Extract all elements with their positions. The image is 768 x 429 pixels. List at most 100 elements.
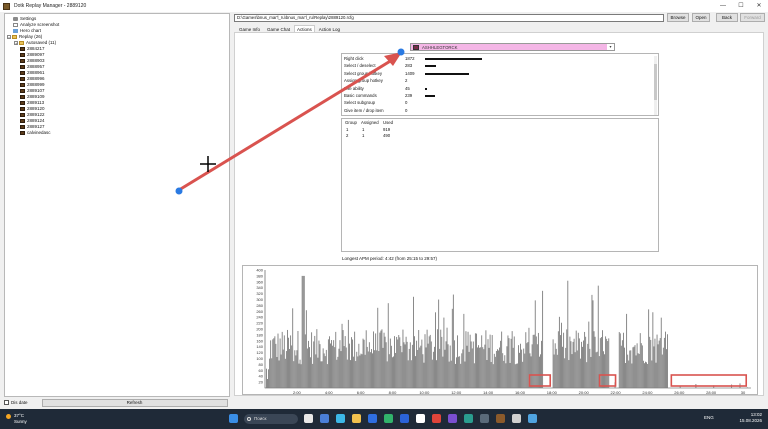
refresh-button[interactable]: Refresh — [41, 398, 228, 407]
apm-bar — [306, 348, 308, 388]
apm-bar — [329, 336, 330, 388]
replay-path-input[interactable]: D:\Games\bnus_mar'l_ru\bnus_mar'l_ru\Rep… — [234, 14, 664, 22]
apm-bar — [310, 357, 311, 388]
stats-scrollbar[interactable] — [654, 56, 657, 115]
apm-bar — [364, 354, 366, 388]
apm-bar — [308, 340, 309, 388]
app-icon-gray[interactable] — [480, 414, 489, 423]
apm-bar — [648, 309, 650, 388]
apm-bar — [361, 354, 363, 388]
expand-icon[interactable]: + — [14, 41, 18, 46]
apm-bar — [408, 348, 410, 388]
apm-bar — [400, 345, 402, 388]
apm-bar — [321, 361, 323, 388]
stat-row: Select subgroup 0 — [344, 100, 644, 106]
apm-bar — [296, 350, 298, 388]
app-icon-lightblue[interactable] — [528, 414, 537, 423]
apm-bar — [369, 352, 371, 388]
close-button[interactable]: ✕ — [750, 0, 768, 12]
stat-row: Give item / drop item 0 — [344, 108, 644, 114]
language-indicator[interactable]: ENG — [704, 415, 714, 420]
task-view-icon[interactable] — [304, 414, 313, 423]
apm-bar — [315, 354, 317, 388]
apm-bar — [440, 329, 442, 388]
open-button[interactable]: Open — [692, 13, 710, 22]
y-tick-label: 280 — [256, 303, 263, 308]
apm-bar — [574, 352, 576, 388]
chrome-icon[interactable] — [384, 414, 393, 423]
apm-bar — [327, 339, 329, 388]
widget-app-icon[interactable] — [320, 414, 329, 423]
browse-button[interactable]: Browse — [667, 13, 689, 22]
apm-bar — [388, 354, 390, 388]
apm-bar — [645, 361, 646, 388]
apm-bar — [319, 344, 321, 388]
apm-bar — [386, 361, 388, 388]
minimize-button[interactable]: — — [714, 0, 732, 12]
yandex-icon[interactable] — [416, 414, 425, 423]
apm-bar — [595, 352, 597, 388]
sun-icon — [6, 414, 11, 419]
apm-bar — [625, 362, 626, 388]
apm-bar — [518, 345, 519, 388]
apm-bar — [649, 336, 651, 388]
apm-bar — [366, 346, 368, 388]
stat-value: 1409 — [405, 70, 415, 76]
scrollbar-thumb[interactable] — [654, 64, 657, 100]
replay-icon — [20, 118, 25, 124]
apm-bar — [555, 348, 557, 388]
taskbar-clock[interactable]: 13:02 15.08.2026 — [736, 412, 762, 424]
green-app-icon[interactable] — [464, 414, 473, 423]
apm-bar — [563, 332, 565, 388]
stat-value: 45 — [405, 85, 410, 91]
replay-tree[interactable]: Settings Analyze screenshot Hero chart −… — [4, 13, 230, 397]
player-select[interactable]: ASHHLEGTORCK ▾ — [410, 43, 615, 51]
apm-bar — [426, 329, 428, 388]
y-tick-label: 260 — [256, 309, 263, 314]
apm-bar — [336, 359, 338, 388]
apm-bar — [291, 345, 293, 388]
tree-item-replay[interactable]: calvinedasc — [20, 130, 51, 136]
stat-row: Select group hotkey 1409 — [344, 71, 644, 77]
y-tick-label: 220 — [256, 321, 263, 326]
y-tick-label: 100 — [256, 356, 263, 361]
replay-icon — [20, 46, 25, 52]
title-bar: Dotk Replay Manager - 2889120 — ☐ ✕ — [0, 0, 768, 12]
back-button[interactable]: Back — [716, 13, 738, 22]
file-explorer-icon[interactable] — [352, 414, 361, 423]
red-app-icon[interactable] — [432, 414, 441, 423]
apm-bar — [311, 332, 313, 388]
replay-manager-taskbar-icon[interactable] — [496, 414, 505, 423]
apm-bar — [392, 357, 393, 388]
apm-bar — [651, 360, 653, 388]
start-menu-icon[interactable] — [229, 414, 238, 423]
x-tick-label: 14:00 — [483, 390, 494, 395]
apm-bar — [531, 344, 533, 388]
taskbar-search[interactable]: Поиск — [244, 414, 298, 424]
maximize-button[interactable]: ☐ — [732, 0, 750, 12]
apm-bar — [413, 296, 414, 388]
collapse-icon[interactable]: − — [7, 35, 11, 40]
weather-text: Sunny — [14, 418, 27, 424]
purple-app-icon[interactable] — [448, 414, 457, 423]
chevron-down-icon[interactable]: ▾ — [607, 44, 614, 50]
apm-bar — [452, 294, 454, 388]
x-tick-label: 18:00 — [547, 390, 558, 395]
apm-bar — [590, 356, 592, 388]
apm-bar — [305, 310, 307, 388]
weather-widget[interactable]: 37°C Sunny — [6, 413, 27, 424]
apm-bar — [402, 329, 404, 388]
apm-bar — [304, 334, 306, 388]
forward-button[interactable]: Forward — [740, 13, 765, 22]
app-icon-light[interactable] — [512, 414, 521, 423]
apm-bar — [650, 339, 652, 388]
store-icon[interactable] — [368, 414, 377, 423]
edge-icon[interactable] — [336, 414, 345, 423]
apm-bar — [372, 353, 373, 388]
apm-bar — [350, 360, 351, 388]
app-icon-blue[interactable] — [400, 414, 409, 423]
date-checkbox[interactable] — [4, 400, 9, 405]
apm-bar — [406, 341, 408, 388]
tree-item-label: calvinedasc — [27, 130, 51, 135]
apm-bar — [516, 363, 518, 388]
